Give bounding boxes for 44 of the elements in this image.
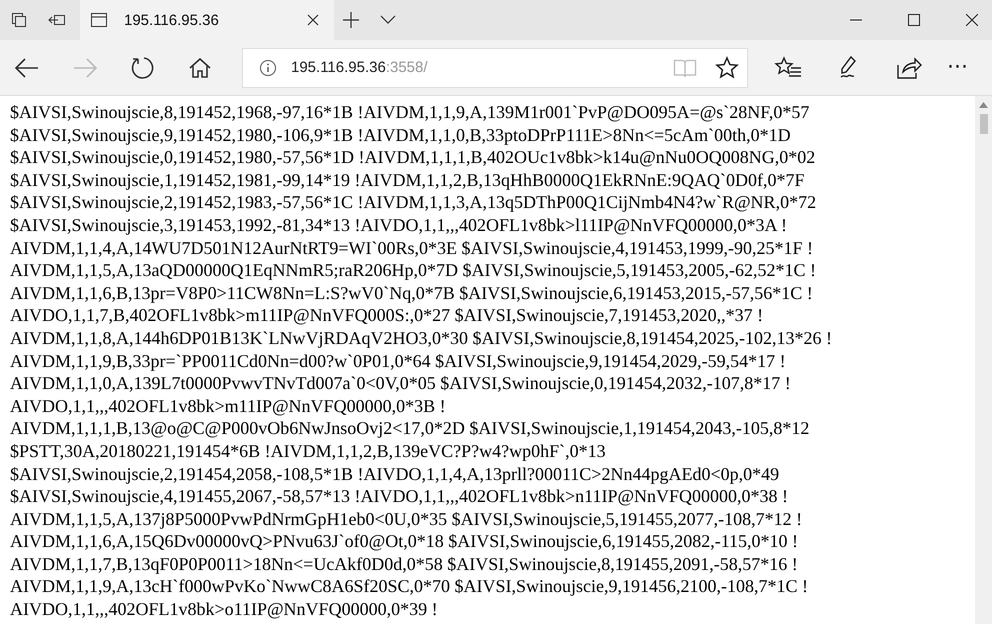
scroll-thumb[interactable] xyxy=(980,114,988,134)
text-line: AIVDM,1,1,8,A,144h6DP01B13K`LNwVjRDAqV2HO3,0*30 $AIVSI,Swinoujscie,8,191454,2025,-102,13*26 ! xyxy=(10,326,832,350)
home-icon[interactable] xyxy=(188,56,212,78)
text-line: AIVDM,1,1,9,A,13cH`f000wPvKo`NwwC8A6Sf20SC,0*70 $AIVSI,Swinoujscie,9,191456,2100,-108,7*1C ! xyxy=(10,575,808,598)
text-line: AIVDO,1,1,,,402OFL1v8bk>o11IP@NnVFQ00000,0*39 ! xyxy=(10,598,438,621)
tab-title: 195.116.95.36 xyxy=(124,12,220,28)
more-button[interactable]: ··· xyxy=(947,55,968,80)
text-line: $AIVSI,Swinoujscie,4,191455,2067,-58,57*13 !AIVDO,1,1,,,402OFL1v8bk>n11IP@NnVFQ00000,0*38 ! xyxy=(10,485,788,508)
info-icon[interactable] xyxy=(259,58,277,76)
back-icon[interactable] xyxy=(14,56,40,78)
text-line: $AIVSI,Swinoujscie,1,191452,1981,-99,14*19 !AIVDM,1,1,2,B,13qHhB0000Q1EkRNnE:9QAQ`0D0f,0*7F xyxy=(10,168,804,192)
text-line: $AIVSI,Swinoujscie,8,191452,1968,-97,16*1B !AIVDM,1,1,9,A,139M1r001`PvP@DO095A=@s`28NF,0*57 xyxy=(10,101,810,124)
page-icon xyxy=(90,12,108,28)
scrollbar[interactable] xyxy=(975,96,992,624)
refresh-icon[interactable] xyxy=(130,54,156,80)
text-line: $AIVSI,Swinoujscie,0,191452,1980,-57,56*1D !AIVDM,1,1,1,B,402OUc1v8bk>k14u@nNu0OQ008NG,0*02 xyxy=(10,146,816,169)
text-line: $AIVSI,Swinoujscie,2,191454,2058,-108,5*1B !AIVDO,1,1,4,A,13prll?00011C>2Nn44pgAEd0<0p,0*49 xyxy=(10,462,780,486)
text-line: AIVDO,1,1,,,402OFL1v8bk>m11IP@NnVFQ00000,0*3B ! xyxy=(10,394,446,418)
close-tab-icon[interactable] xyxy=(306,13,320,27)
new-tab-icon[interactable] xyxy=(342,11,360,29)
favorites-icon[interactable] xyxy=(774,56,802,80)
text-line: AIVDO,1,1,7,B,402OFL1v8bk>m11IP@NnVFQ000S:,0*27 $AIVSI,Swinoujscie,7,191453,2020,,*37 ! xyxy=(10,304,764,327)
address-field[interactable]: 195.116.95.36:3558/ xyxy=(242,48,748,88)
text-line: AIVDM,1,1,1,B,13@o@C@P000vOb6NwJnsoOvj2<17,0*2D $AIVSI,Swinoujscie,1,191454,2043,-105,8*12 xyxy=(10,417,810,440)
text-line: AIVDM,1,1,5,A,13aQD00000Q1EqNNmR5;raR206Hp,0*7D $AIVSI,Swinoujscie,5,191453,2005,-62,52*1C ! xyxy=(10,259,816,282)
url-text: 195.116.95.36:3558/ xyxy=(291,59,428,76)
star-icon[interactable] xyxy=(715,56,739,80)
browser-tab[interactable]: 195.116.95.36 xyxy=(80,0,334,40)
text-line: AIVDM,1,1,9,B,33pr=`PP0011Cd0Nn=d00?w`0P01,0*64 $AIVSI,Swinoujscie,9,191454,2029,-59,54*17 ! xyxy=(10,350,786,372)
text-line: $AIVSI,Swinoujscie,9,191452,1980,-106,9*1B !AIVDM,1,1,0,B,33ptoDPrP111E>8Nn<=5cAm`00th,0*1D xyxy=(10,124,791,146)
text-line: AIVDM,1,1,4,A,14WU7D501N12AurNtRT9=WI`00Rs,0*3E $AIVSI,Swinoujscie,4,191453,1999,-90,25*1F ! xyxy=(10,236,814,260)
share-icon[interactable] xyxy=(896,56,922,80)
text-line: AIVDM,1,1,6,A,15Q6Dv00000vQ>PNvu63J`of0@Ot,0*18 $AIVSI,Swinoujscie,6,191455,2082,-115,0*10 ! xyxy=(10,530,798,553)
maximize-icon[interactable] xyxy=(908,14,920,26)
close-icon[interactable] xyxy=(966,14,978,26)
chevron-icon[interactable] xyxy=(380,15,396,25)
text-line: $AIVSI,Swinoujscie,2,191452,1983,-57,56*1C !AIVDM,1,1,3,A,13q5DThP00Q1CijNmb4N4?w`R@NR,0*72 xyxy=(10,191,816,214)
scroll-up-icon[interactable] xyxy=(979,102,988,108)
text-line: AIVDM,1,1,7,B,13qF0P0P0011>18Nn<=UcAkf0D0d,0*58 $AIVSI,Swinoujscie,8,191455,2091,-58,57*16 ! xyxy=(10,552,798,576)
text-line: AIVDM,1,1,0,A,139L7t0000PvwvTNvTd007a`0<0V,0*05 $AIVSI,Swinoujscie,0,191454,2032,-107,8*17 ! xyxy=(10,372,791,395)
text-line: AIVDM,1,1,6,B,13pr=V8P0>11CW8Nn=L:S?wV0`Nq,0*7B $AIVSI,Swinoujscie,6,191453,2015,-57,56*1C ! xyxy=(10,282,813,304)
text-line: AIVDM,1,1,5,A,137j8P5000PvwPdNrmGpH1eb0<0U,0*35 $AIVSI,Swinoujscie,5,191455,2077,-108,7*12 ! xyxy=(10,508,802,530)
text-line: $PSTT,30A,20180221,191454*6B !AIVDM,1,1,2,B,139eVC?P?w4?wp0hF`,0*13 xyxy=(10,440,606,462)
text-line: $AIVSI,Swinoujscie,3,191453,1992,-81,34*13 !AIVDO,1,1,,,402OFL1v8bk>l11IP@NnVFQ00000,0*3A ! xyxy=(10,214,788,237)
